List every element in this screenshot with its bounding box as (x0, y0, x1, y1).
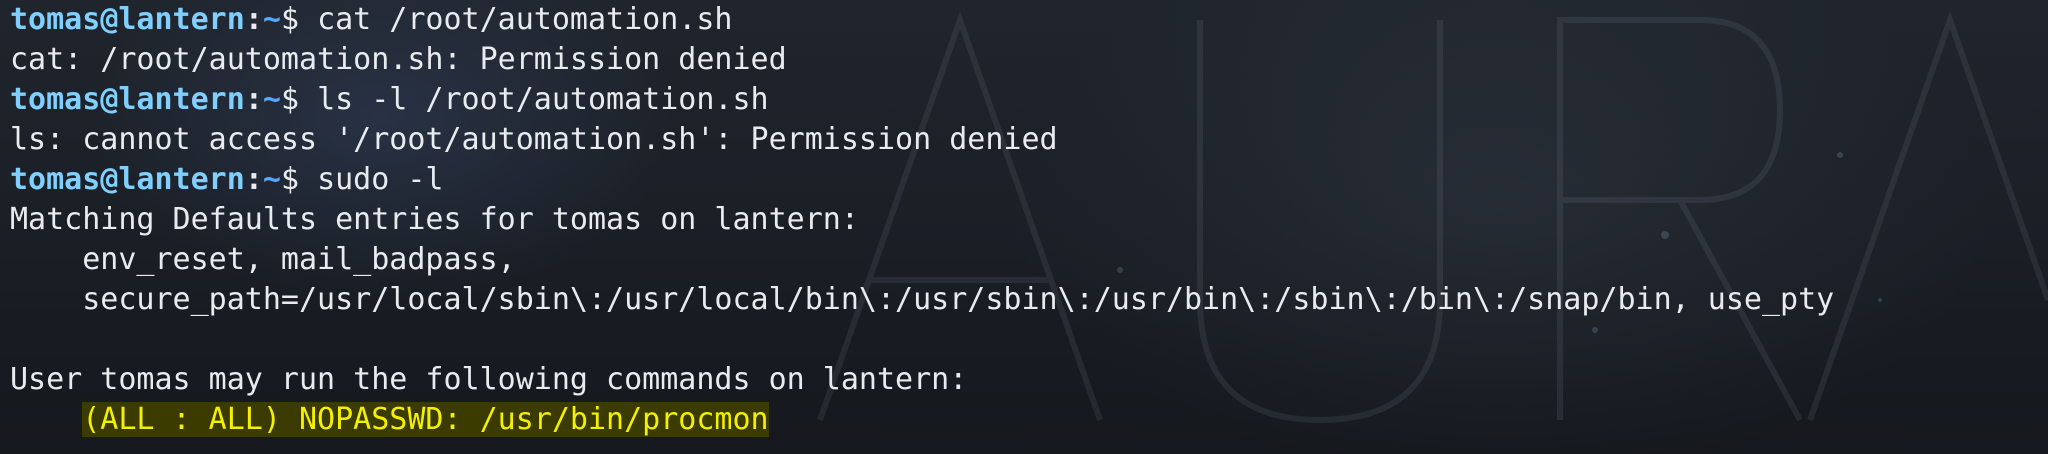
prompt-user-host: tomas@lantern (10, 2, 245, 37)
command-line: tomas@lantern:~$ cat /root/automation.sh (10, 0, 1834, 40)
output-line: env_reset, mail_badpass, (10, 242, 516, 277)
terminal-output: tomas@lantern:~$ cat /root/automation.sh… (10, 0, 1834, 440)
prompt-colon: : (244, 82, 263, 117)
output-line: cat: /root/automation.sh: Permission den… (10, 42, 787, 77)
prompt-colon: : (244, 162, 263, 197)
prompt-cwd: ~ (262, 82, 281, 117)
prompt-colon: : (244, 2, 263, 37)
prompt-symbol: $ (280, 162, 318, 197)
terminal-window[interactable]: tomas@lantern:~$ cat /root/automation.sh… (0, 0, 2048, 454)
prompt-user-host: tomas@lantern (10, 162, 245, 197)
output-line: Matching Defaults entries for tomas on l… (10, 202, 859, 237)
output-line: User tomas may run the following command… (10, 362, 968, 397)
output-line: ls: cannot access '/root/automation.sh':… (10, 122, 1058, 157)
prompt-cwd: ~ (262, 162, 281, 197)
command-text: ls -l /root/automation.sh (317, 82, 769, 117)
command-text: cat /root/automation.sh (317, 2, 733, 37)
highlighted-sudo-rule: (ALL : ALL) NOPASSWD: /usr/bin/procmon (82, 402, 769, 437)
prompt-symbol: $ (280, 82, 318, 117)
output-line: secure_path=/usr/local/sbin\:/usr/local/… (10, 282, 1835, 317)
command-text: sudo -l (317, 162, 444, 197)
prompt-symbol: $ (280, 2, 318, 37)
output-line: (ALL : ALL) NOPASSWD: /usr/bin/procmon (10, 400, 1834, 440)
command-line: tomas@lantern:~$ ls -l /root/automation.… (10, 80, 1834, 120)
prompt-user-host: tomas@lantern (10, 82, 245, 117)
command-line: tomas@lantern:~$ sudo -l (10, 160, 1834, 200)
prompt-cwd: ~ (262, 2, 281, 37)
